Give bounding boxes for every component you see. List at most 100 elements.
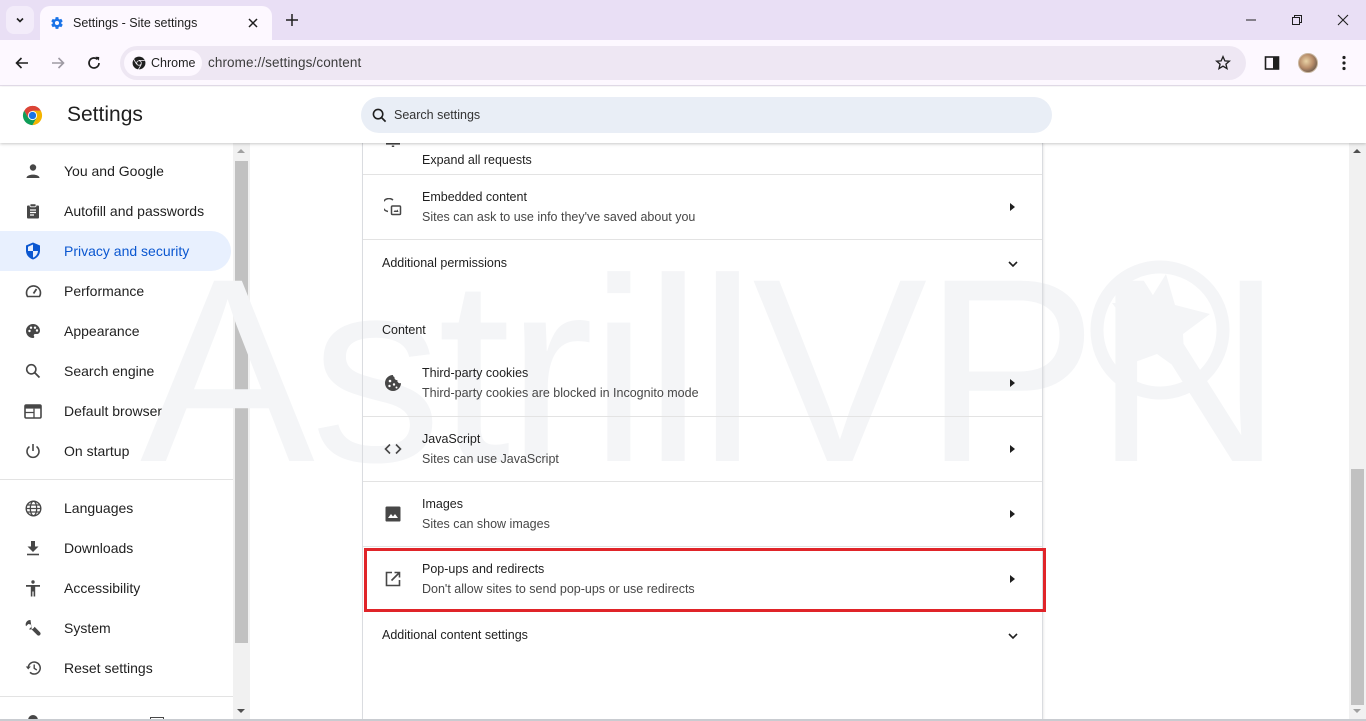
sidebar-item-autofill[interactable]: Autofill and passwords (0, 191, 231, 231)
sidebar-item-downloads[interactable]: Downloads (0, 528, 231, 568)
reload-button[interactable] (82, 51, 106, 75)
close-icon (1337, 14, 1349, 26)
images-row[interactable]: Images Sites can show images (363, 482, 1042, 546)
additional-content-settings-expander[interactable]: Additional content settings (363, 612, 1042, 660)
sidebar-item-languages[interactable]: Languages (0, 488, 231, 528)
row-title: Pop-ups and redirects (422, 562, 545, 576)
tab-strip: Settings - Site settings (0, 0, 1366, 40)
search-settings[interactable] (361, 97, 1052, 133)
chevron-down-icon (1008, 259, 1018, 269)
sidebar-item-appearance[interactable]: Appearance (0, 311, 231, 351)
sidebar-item-search-engine[interactable]: Search engine (0, 351, 231, 391)
sidebar-item-reset-settings[interactable]: Reset settings (0, 648, 231, 688)
back-button[interactable] (10, 51, 34, 75)
scrollbar-thumb[interactable] (1351, 469, 1364, 705)
row-subtitle: Don't allow sites to send pop-ups or use… (422, 582, 695, 596)
sidebar-item-label: Reset settings (64, 660, 153, 676)
sidebar-item-you-and-google[interactable]: You and Google (0, 151, 231, 191)
tab-search-button[interactable] (6, 6, 34, 34)
code-icon (383, 439, 403, 459)
embedded-content-row[interactable]: Embedded content Sites can ask to use in… (363, 175, 1042, 239)
site-settings-card: Expand all requests Embedded content Sit… (362, 130, 1043, 721)
plus-icon (286, 14, 298, 26)
accessibility-icon (23, 578, 43, 598)
sidebar-item-label: Accessibility (64, 580, 141, 596)
bookmark-button[interactable] (1212, 52, 1234, 74)
star-icon (1215, 55, 1231, 70)
scroll-up-arrow[interactable] (237, 149, 245, 153)
download-icon (23, 538, 43, 558)
expander-label: Additional permissions (382, 256, 508, 270)
search-icon (372, 108, 387, 122)
gear-icon (51, 17, 63, 29)
image-icon (383, 504, 403, 524)
row-subtitle: Expand all requests (422, 153, 532, 167)
chevron-down-icon (1008, 631, 1018, 641)
scroll-down-arrow[interactable] (237, 709, 245, 713)
expander-label: Additional content settings (382, 628, 528, 642)
speedometer-icon (23, 281, 43, 301)
page-scrollbar[interactable] (1349, 143, 1366, 721)
sidebar-item-label: Languages (64, 500, 134, 516)
scroll-down-arrow[interactable] (1353, 709, 1361, 713)
scroll-up-arrow[interactable] (1353, 149, 1361, 153)
profile-button[interactable] (1296, 51, 1320, 75)
restore-button[interactable] (1284, 8, 1310, 32)
site-info-chip[interactable]: Chrome (124, 50, 202, 76)
wrench-icon (23, 618, 43, 638)
chevron-down-icon (16, 17, 24, 23)
sidebar-item-label: Performance (64, 283, 145, 299)
row-title: Images (422, 497, 463, 511)
reload-icon (88, 56, 100, 69)
side-panel-icon (1264, 56, 1280, 70)
sidebar-item-label: System (64, 620, 111, 636)
more-vert-icon (1342, 55, 1346, 71)
forward-button[interactable] (46, 51, 70, 75)
sidebar-item-on-startup[interactable]: On startup (0, 431, 231, 471)
palette-icon (23, 321, 43, 341)
side-panel-button[interactable] (1260, 51, 1284, 75)
close-tab-button[interactable] (244, 14, 262, 32)
tab-title: Settings - Site settings (73, 16, 198, 30)
scrollbar-thumb[interactable] (235, 161, 248, 643)
chip-label: Chrome (151, 56, 196, 70)
address-bar[interactable]: Chrome chrome://settings/content (120, 46, 1246, 80)
globe-icon (23, 498, 43, 518)
content-section-heading: Content (382, 323, 426, 337)
sidebar-item-label: On startup (64, 443, 130, 459)
arrow-right-icon (1007, 202, 1017, 212)
sidebar-item-performance[interactable]: Performance (0, 271, 231, 311)
new-tab-button[interactable] (282, 10, 302, 30)
sidebar-item-label: You and Google (64, 163, 164, 179)
url-text[interactable]: chrome://settings/content (208, 55, 361, 70)
close-window-button[interactable] (1330, 8, 1356, 32)
power-icon (23, 441, 43, 461)
sidebar-scrollbar[interactable] (233, 143, 250, 721)
sidebar-item-privacy-and-security[interactable]: Privacy and security (0, 231, 231, 271)
row-subtitle: Sites can use JavaScript (422, 452, 559, 466)
third-party-cookies-row[interactable]: Third-party cookies Third-party cookies … (363, 351, 1042, 415)
avatar (1298, 53, 1318, 73)
row-title: Embedded content (422, 190, 527, 204)
browser-window-icon (23, 401, 43, 421)
shield-icon (23, 241, 43, 261)
settings-sidebar: You and Google Autofill and passwords Pr… (0, 143, 233, 721)
arrow-right-icon (1007, 509, 1017, 519)
watermark-star-icon (1090, 260, 1230, 400)
sidebar-item-system[interactable]: System (0, 608, 231, 648)
sidebar-item-label: Default browser (64, 403, 163, 419)
tab-settings[interactable]: Settings - Site settings (40, 6, 272, 40)
sidebar-item-accessibility[interactable]: Accessibility (0, 568, 231, 608)
additional-permissions-expander[interactable]: Additional permissions (363, 240, 1042, 288)
popups-and-redirects-row[interactable]: Pop-ups and redirects Don't allow sites … (363, 547, 1042, 611)
chrome-logo-icon (22, 105, 43, 126)
row-title: Third-party cookies (422, 366, 529, 380)
embedded-content-icon (383, 197, 403, 217)
menu-button[interactable] (1332, 51, 1356, 75)
person-icon (23, 161, 43, 181)
minimize-button[interactable] (1238, 8, 1264, 32)
minimize-icon (1246, 19, 1256, 21)
sidebar-item-default-browser[interactable]: Default browser (0, 391, 231, 431)
search-input[interactable] (394, 108, 994, 122)
javascript-row[interactable]: JavaScript Sites can use JavaScript (363, 417, 1042, 481)
